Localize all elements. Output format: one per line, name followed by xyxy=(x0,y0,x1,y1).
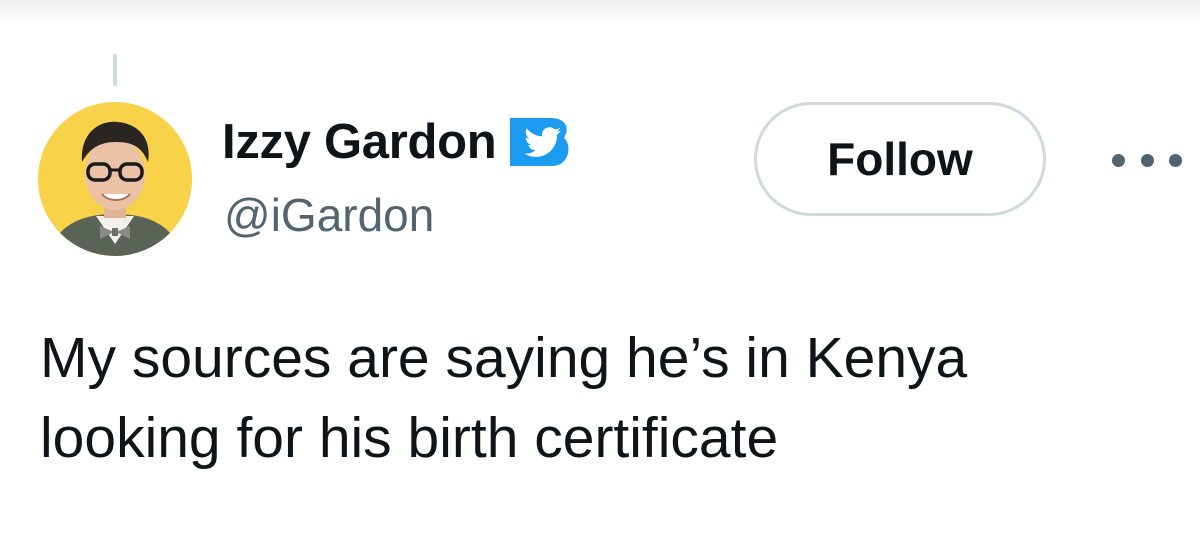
twitter-bird-badge-icon xyxy=(508,112,574,172)
more-dot xyxy=(1112,153,1125,167)
follow-button-label: Follow xyxy=(827,133,973,185)
tweet-text-line: My sources are saying he’s in Kenya xyxy=(40,326,968,390)
author-display-name[interactable]: Izzy Gardon xyxy=(222,114,497,170)
author-name-row: Izzy Gardon xyxy=(222,108,574,176)
top-divider-shadow xyxy=(0,0,1200,26)
tweet-text-line: looking for his birth certificate xyxy=(40,406,779,470)
more-dot xyxy=(1169,153,1182,167)
avatar-portrait xyxy=(38,102,192,256)
thread-connector-line xyxy=(113,54,117,86)
more-dot xyxy=(1140,153,1154,167)
author-handle[interactable]: @iGardon xyxy=(224,188,434,242)
avatar[interactable] xyxy=(38,102,192,256)
more-horizontal-icon[interactable] xyxy=(1112,150,1182,170)
follow-button[interactable]: Follow xyxy=(754,102,1046,216)
tweet-text: My sources are saying he’s in Kenya look… xyxy=(40,318,1170,478)
